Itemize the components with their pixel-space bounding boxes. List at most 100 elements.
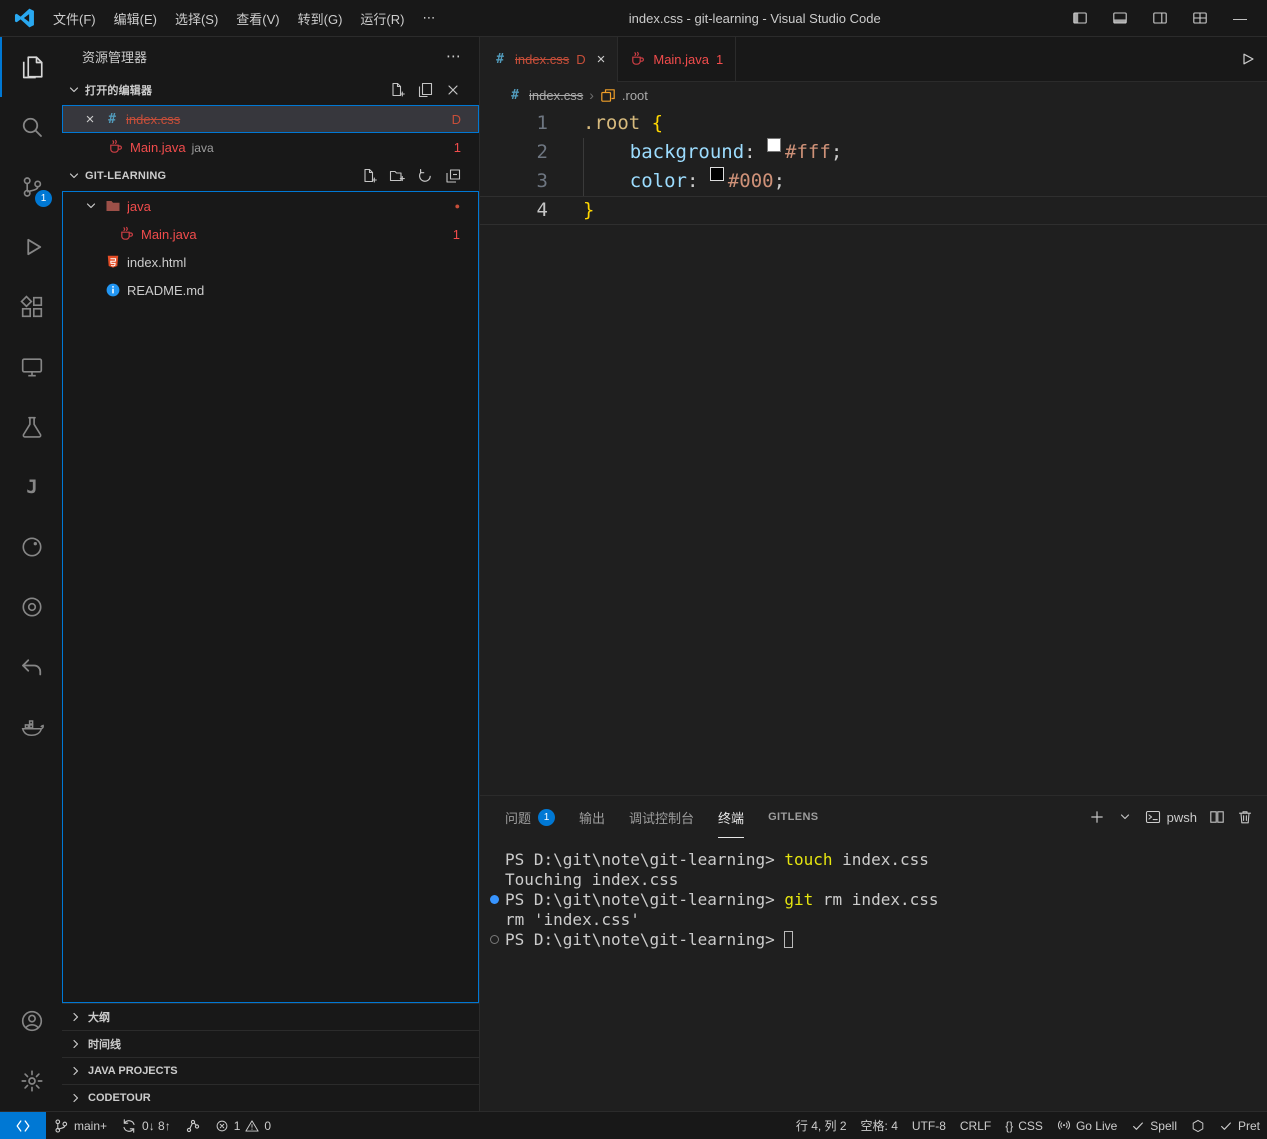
spell-checker-status[interactable]: Spell [1124,1112,1184,1139]
customize-layout-button[interactable] [1185,4,1215,32]
tab-index-css[interactable]: # index.css D × [480,37,618,82]
scm-graph-button[interactable] [178,1112,208,1139]
git-branch-status[interactable]: main+ [46,1112,114,1139]
activity-source-control[interactable]: 1 [0,157,62,217]
section-java-projects[interactable]: JAVA PROJECTS [62,1057,479,1084]
chevron-down-icon [83,198,99,214]
terminal-line: PS D:\git\note\git-learning> [505,930,1267,950]
minimize-button[interactable]: — [1225,4,1255,32]
explorer-more-actions-icon[interactable]: ⋯ [442,47,465,65]
tree-item-index-html[interactable]: index.html [63,248,478,276]
tab-output[interactable]: 输出 [579,796,605,838]
activity-explorer[interactable] [0,37,62,97]
open-editor-item-index-css[interactable]: × # index.css D [62,105,479,133]
command-decoration-icon[interactable] [490,935,499,944]
new-terminal-icon[interactable] [1089,809,1105,825]
class-symbol-icon [600,87,616,103]
color-swatch-white[interactable] [767,138,781,152]
section-outline[interactable]: 大纲 [62,1003,479,1030]
eol[interactable]: CRLF [953,1112,998,1139]
encoding[interactable]: UTF-8 [905,1112,953,1139]
tab-problems[interactable]: 问题 1 [505,796,555,838]
sync-status[interactable]: 0↓ 8↑ [114,1112,178,1139]
css-file-icon: # [507,88,523,103]
remote-indicator[interactable] [0,1112,46,1139]
close-all-editors-icon[interactable] [445,82,461,98]
tab-gitlens[interactable]: GITLENS [768,796,818,838]
workspace-section-header[interactable]: GIT-LEARNING [62,161,479,191]
menu-view[interactable]: 查看(V) [227,5,288,32]
breadcrumb-file[interactable]: index.css [529,88,583,103]
activity-testing[interactable] [0,397,62,457]
tree-item-readme-md[interactable]: README.md [63,276,478,304]
tree-item-main-java[interactable]: Main.java 1 [63,220,478,248]
refresh-icon[interactable] [417,168,433,184]
chevron-right-icon [68,1063,84,1079]
run-code-icon[interactable] [1239,51,1255,67]
chevron-right-icon [68,1036,84,1052]
tab-terminal[interactable]: 终端 [718,796,744,838]
activity-codetour[interactable] [0,577,62,637]
activity-extensions[interactable] [0,277,62,337]
indentation[interactable]: 空格: 4 [854,1112,905,1139]
braces-icon: {} [1005,1119,1013,1133]
new-folder-icon[interactable] [389,168,405,184]
cursor-position[interactable]: 行 4, 列 2 [789,1112,854,1139]
menu-edit[interactable]: 编辑(E) [105,5,166,32]
info-file-icon [105,282,121,298]
collapse-all-icon[interactable] [445,168,461,184]
section-timeline[interactable]: 时间线 [62,1030,479,1057]
scm-badge: 1 [35,190,52,207]
activity-remote-explorer[interactable] [0,337,62,397]
settings-gear-button[interactable] [0,1051,62,1111]
terminal-line: Touching index.css [505,870,1267,890]
terminal-line: PS D:\git\note\git-learning> git rm inde… [505,890,1267,910]
activity-java[interactable]: J [0,457,62,517]
extension-status-button[interactable] [1184,1112,1212,1139]
command-decoration-icon[interactable] [490,895,499,904]
activity-gitlens[interactable] [0,637,62,697]
menu-file[interactable]: 文件(F) [44,5,105,32]
activity-gradle[interactable] [0,517,62,577]
terminal-content[interactable]: PS D:\git\note\git-learning> touch index… [480,838,1267,1111]
language-mode[interactable]: {} CSS [998,1112,1050,1139]
new-file-icon[interactable] [361,168,377,184]
tree-item-folder-java[interactable]: java ● [63,192,478,220]
close-icon[interactable]: × [597,51,606,68]
menu-more[interactable]: ⋯ [413,6,444,30]
toggle-sidebar-button[interactable] [1065,4,1095,32]
chevron-right-icon [68,1009,84,1025]
tree-empty-space[interactable] [63,304,478,1002]
tab-debug-console[interactable]: 调试控制台 [629,796,694,838]
java-file-icon [630,51,646,67]
title-bar: 文件(F) 编辑(E) 选择(S) 查看(V) 转到(G) 运行(R) ⋯ in… [0,0,1267,37]
menu-run[interactable]: 运行(R) [351,5,413,32]
go-live-button[interactable]: Go Live [1050,1112,1124,1139]
color-swatch-black[interactable] [710,167,724,181]
activity-run-debug[interactable] [0,217,62,277]
terminal-tab-pwsh[interactable]: pwsh [1145,809,1197,825]
menu-selection[interactable]: 选择(S) [166,5,227,32]
breadcrumb-symbol[interactable]: .root [622,88,648,103]
split-terminal-icon[interactable] [1209,809,1225,825]
open-editors-header[interactable]: 打开的编辑器 [62,75,479,105]
menu-goto[interactable]: 转到(G) [289,5,352,32]
formatter-status[interactable]: Pret [1212,1112,1267,1139]
activity-search[interactable] [0,97,62,157]
section-codetour[interactable]: CODETOUR [62,1084,479,1111]
editor-code[interactable]: 1.root { 2 background: #fff; 3 color: #0… [480,108,1267,795]
close-icon[interactable]: × [82,111,98,128]
save-all-icon[interactable] [417,82,433,98]
git-deleted-badge: D [576,52,585,67]
open-editor-item-main-java[interactable]: Main.javajava 1 [62,133,479,161]
new-untitled-file-icon[interactable] [389,82,405,98]
kill-terminal-icon[interactable] [1237,809,1253,825]
chevron-down-icon[interactable] [1117,809,1133,825]
activity-docker[interactable] [0,697,62,757]
tab-main-java[interactable]: Main.java 1 [618,37,736,81]
account-button[interactable] [0,991,62,1051]
toggle-secondary-sidebar-button[interactable] [1145,4,1175,32]
toggle-panel-button[interactable] [1105,4,1135,32]
problems-status[interactable]: 1 0 [208,1112,278,1139]
java-file-icon [108,139,124,155]
